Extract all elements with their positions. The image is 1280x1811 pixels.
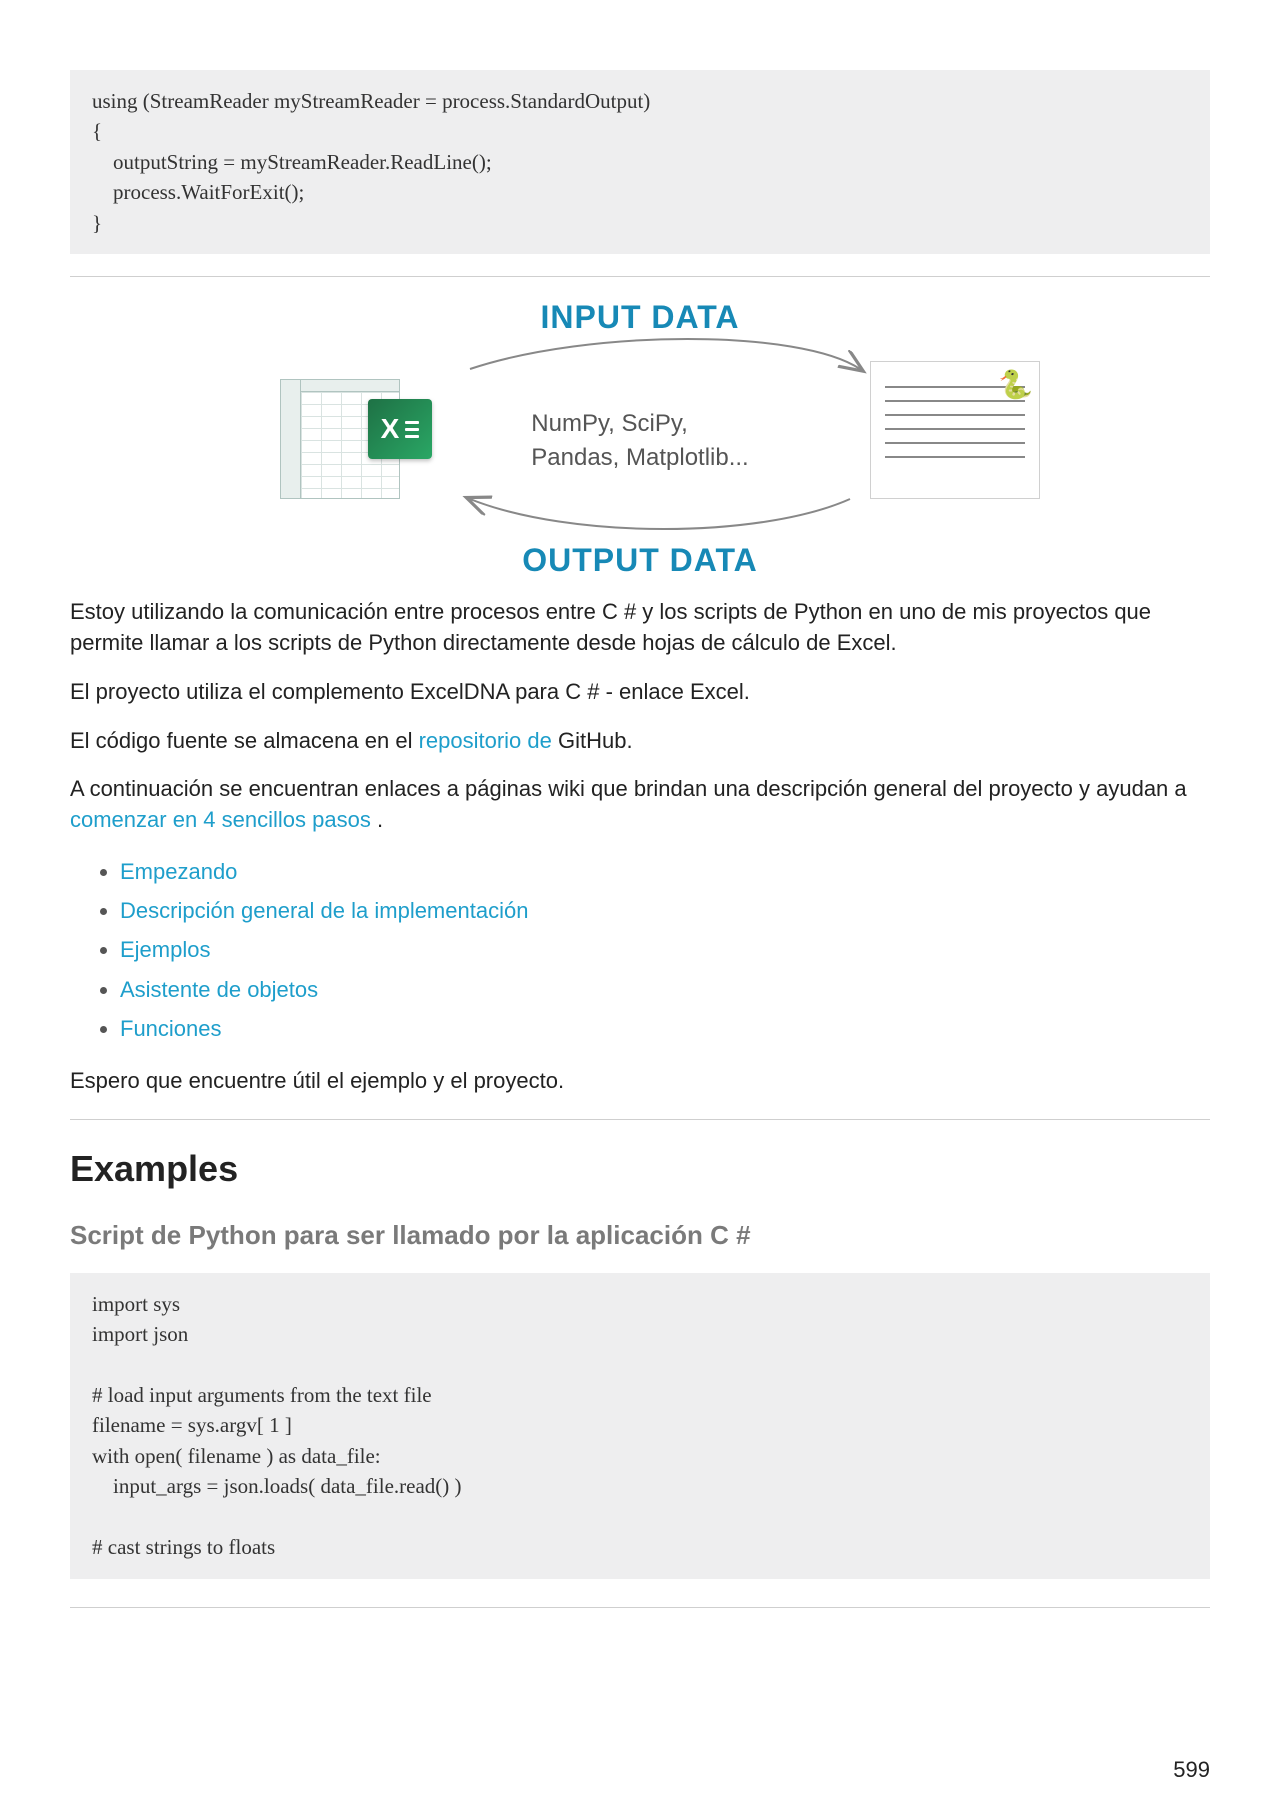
wiki-links-list: Empezando Descripción general de la impl… <box>70 854 1210 1046</box>
paragraph-2: El proyecto utiliza el complemento Excel… <box>70 677 1210 708</box>
list-item: Ejemplos <box>120 932 1210 967</box>
link-implementation-overview[interactable]: Descripción general de la implementación <box>120 898 528 923</box>
separator <box>70 276 1210 277</box>
diagram: INPUT DATA X NumPy, SciPy, Pandas, Matpl… <box>240 299 1040 579</box>
list-item: Empezando <box>120 854 1210 889</box>
diagram-arrows-icon <box>240 299 1040 579</box>
link-getting-started[interactable]: Empezando <box>120 859 237 884</box>
link-object-wizard[interactable]: Asistente de objetos <box>120 977 318 1002</box>
link-functions[interactable]: Funciones <box>120 1016 222 1041</box>
separator-bottom <box>70 1607 1210 1608</box>
list-item: Descripción general de la implementación <box>120 893 1210 928</box>
para4-post: . <box>371 807 383 832</box>
para4-pre: A continuación se encuentran enlaces a p… <box>70 776 1187 801</box>
paragraph-5: Espero que encuentre útil el ejemplo y e… <box>70 1066 1210 1097</box>
paragraph-3: El código fuente se almacena en el repos… <box>70 726 1210 757</box>
examples-heading: Examples <box>70 1148 1210 1190</box>
paragraph-4: A continuación se encuentran enlaces a p… <box>70 774 1210 836</box>
para3-pre: El código fuente se almacena en el <box>70 728 419 753</box>
page-number: 599 <box>1173 1757 1210 1783</box>
separator <box>70 1119 1210 1120</box>
link-getting-started-steps[interactable]: comenzar en 4 sencillos pasos <box>70 807 371 832</box>
link-repository[interactable]: repositorio de <box>419 728 552 753</box>
code-block-python: import sys import json # load input argu… <box>70 1273 1210 1579</box>
para3-post: GitHub. <box>552 728 633 753</box>
document-page: using (StreamReader myStreamReader = pro… <box>0 0 1280 1811</box>
code-block-csharp: using (StreamReader myStreamReader = pro… <box>70 70 1210 254</box>
list-item: Asistente de objetos <box>120 972 1210 1007</box>
list-item: Funciones <box>120 1011 1210 1046</box>
link-examples[interactable]: Ejemplos <box>120 937 210 962</box>
diagram-output-label: OUTPUT DATA <box>522 542 758 579</box>
examples-subheading: Script de Python para ser llamado por la… <box>70 1220 1210 1251</box>
paragraph-1: Estoy utilizando la comunicación entre p… <box>70 597 1210 659</box>
